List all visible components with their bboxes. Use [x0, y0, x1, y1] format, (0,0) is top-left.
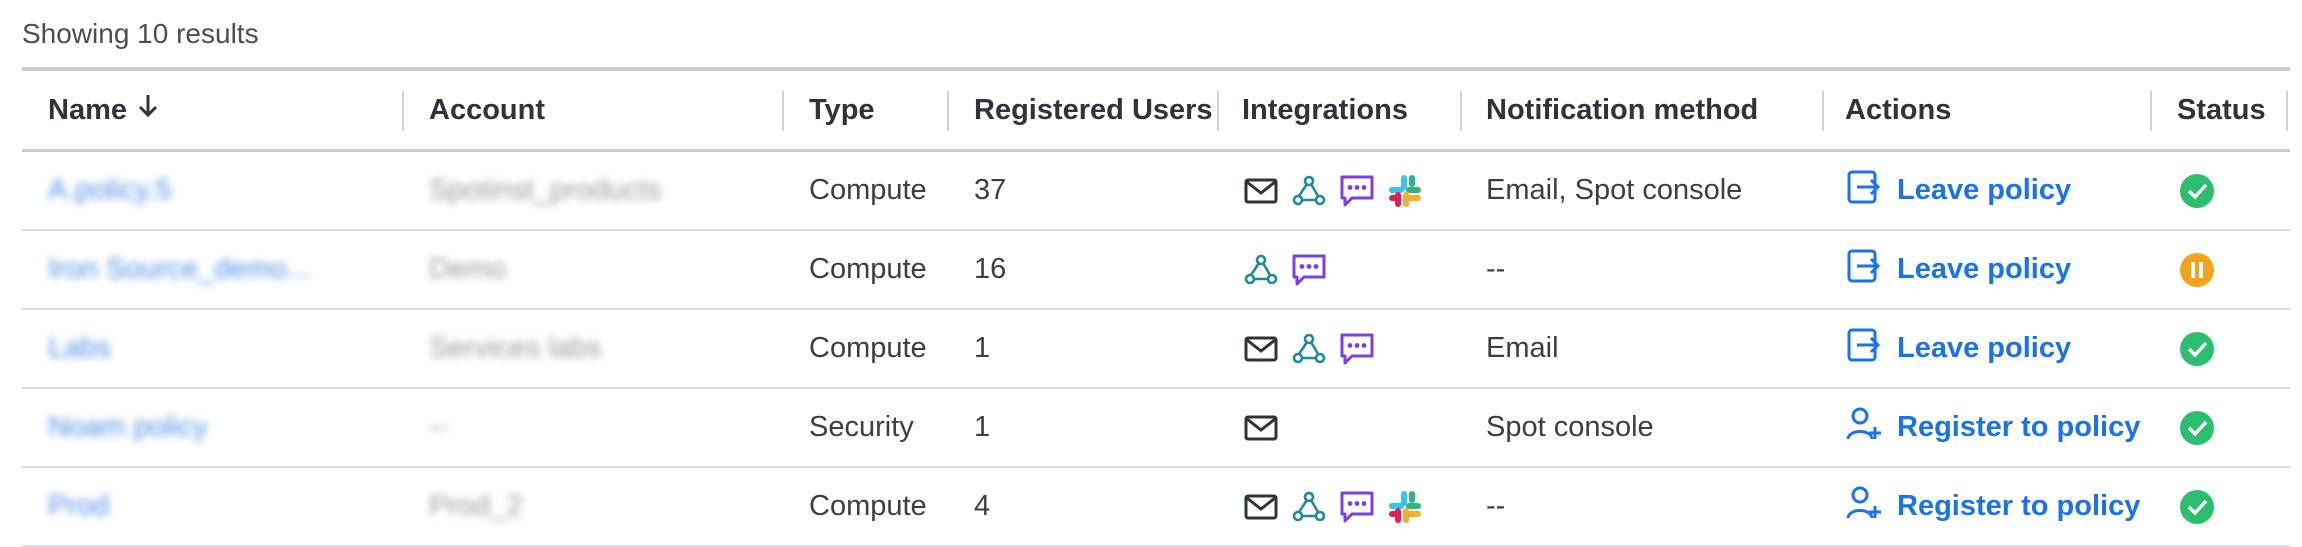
account-name: Services labs: [429, 332, 602, 364]
mail-icon: [1242, 330, 1280, 368]
status-paused-icon: [2179, 231, 2215, 308]
registered-users-count: 4: [974, 490, 991, 522]
header-integrations[interactable]: Integrations: [1242, 71, 1408, 149]
header-name[interactable]: Name: [48, 71, 159, 149]
column-divider[interactable]: [402, 91, 404, 131]
registered-users-count: 1: [974, 411, 991, 443]
header-name-label: Name: [48, 93, 127, 126]
account-name: Prod_2: [429, 490, 523, 522]
webhook-icon: [1290, 172, 1328, 210]
integrations-list: [1242, 231, 1328, 308]
webhook-icon: [1290, 488, 1328, 526]
table-body: A.policy.5 Spotinst_products Compute 37 Emai…: [22, 152, 2290, 547]
leave-icon: [1845, 247, 1883, 293]
register-to-policy-button[interactable]: Register to policy: [1845, 468, 2140, 545]
leave-policy-button[interactable]: Leave policy: [1845, 152, 2071, 229]
notification-method: Spot console: [1486, 411, 1654, 443]
column-divider[interactable]: [782, 91, 784, 131]
policy-name-link[interactable]: Iron Source_demo...: [48, 231, 311, 308]
policy-name-link[interactable]: Prod: [48, 468, 109, 545]
table-row: A.policy.5 Spotinst_products Compute 37 Emai…: [22, 152, 2290, 231]
slack-icon: [1386, 488, 1424, 526]
notification-method: Email: [1486, 332, 1559, 364]
action-label: Leave policy: [1897, 174, 2072, 206]
webhook-icon: [1290, 330, 1328, 368]
chat-icon: [1338, 488, 1376, 526]
leave-icon: [1845, 326, 1883, 372]
policy-type: Compute: [809, 332, 927, 364]
integrations-list: [1242, 310, 1376, 387]
status-active-icon: [2179, 152, 2215, 229]
registered-users-count: 37: [974, 174, 1007, 206]
chat-icon: [1338, 172, 1376, 210]
policies-table: Name Account Type Registered Users Integ…: [22, 67, 2290, 547]
notification-method: --: [1486, 253, 1506, 285]
action-label: Register to policy: [1897, 411, 2141, 443]
status-active-icon: [2179, 310, 2215, 387]
table-row: Iron Source_demo... Demo Compute 16 -- Leave …: [22, 231, 2290, 310]
leave-policy-button[interactable]: Leave policy: [1845, 231, 2071, 308]
action-label: Leave policy: [1897, 253, 2072, 285]
column-divider[interactable]: [2150, 91, 2152, 131]
header-registered-users[interactable]: Registered Users: [974, 71, 1213, 149]
mail-icon: [1242, 172, 1280, 210]
chat-icon: [1290, 251, 1328, 289]
policy-name-link[interactable]: Noam policy: [48, 389, 208, 466]
register-icon: [1845, 405, 1883, 451]
header-notification-method[interactable]: Notification method: [1486, 71, 1758, 149]
policy-name-link[interactable]: Labs: [48, 310, 111, 387]
webhook-icon: [1242, 251, 1280, 289]
account-name: Demo: [429, 253, 507, 285]
account-name: --: [429, 411, 449, 443]
column-divider[interactable]: [2286, 91, 2288, 131]
mail-icon: [1242, 488, 1280, 526]
policy-type: Compute: [809, 490, 927, 522]
status-active-icon: [2179, 389, 2215, 466]
chat-icon: [1338, 330, 1376, 368]
table-row: Noam policy -- Security 1 Spot console Regist…: [22, 389, 2290, 468]
action-label: Leave policy: [1897, 332, 2072, 364]
table-header: Name Account Type Registered Users Integ…: [22, 71, 2290, 152]
notification-method: --: [1486, 490, 1506, 522]
results-count: Showing 10 results: [22, 18, 259, 49]
header-status[interactable]: Status: [2177, 71, 2266, 149]
policy-type: Compute: [809, 253, 927, 285]
leave-icon: [1845, 168, 1883, 214]
header-type[interactable]: Type: [809, 71, 875, 149]
policy-type: Security: [809, 411, 914, 443]
integrations-list: [1242, 152, 1424, 229]
table-row: Prod Prod_2 Compute 4 -- Register to policy: [22, 468, 2290, 547]
policy-type: Compute: [809, 174, 927, 206]
column-divider[interactable]: [1822, 91, 1824, 131]
status-active-icon: [2179, 468, 2215, 545]
registered-users-count: 1: [974, 332, 991, 364]
slack-icon: [1386, 172, 1424, 210]
policy-name-link[interactable]: A.policy.5: [48, 152, 172, 229]
sort-down-icon[interactable]: [137, 93, 159, 127]
header-account[interactable]: Account: [429, 71, 545, 149]
account-name: Spotinst_products: [429, 174, 662, 206]
table-row: Labs Services labs Compute 1 Email Leave poli…: [22, 310, 2290, 389]
column-divider[interactable]: [1460, 91, 1462, 131]
registered-users-count: 16: [974, 253, 1007, 285]
column-divider[interactable]: [1217, 91, 1219, 131]
integrations-list: [1242, 389, 1280, 466]
action-label: Register to policy: [1897, 490, 2141, 522]
header-actions[interactable]: Actions: [1845, 71, 1951, 149]
notification-method: Email, Spot console: [1486, 174, 1743, 206]
column-divider[interactable]: [947, 91, 949, 131]
leave-policy-button[interactable]: Leave policy: [1845, 310, 2071, 387]
register-to-policy-button[interactable]: Register to policy: [1845, 389, 2140, 466]
register-icon: [1845, 484, 1883, 530]
mail-icon: [1242, 409, 1280, 447]
integrations-list: [1242, 468, 1424, 545]
